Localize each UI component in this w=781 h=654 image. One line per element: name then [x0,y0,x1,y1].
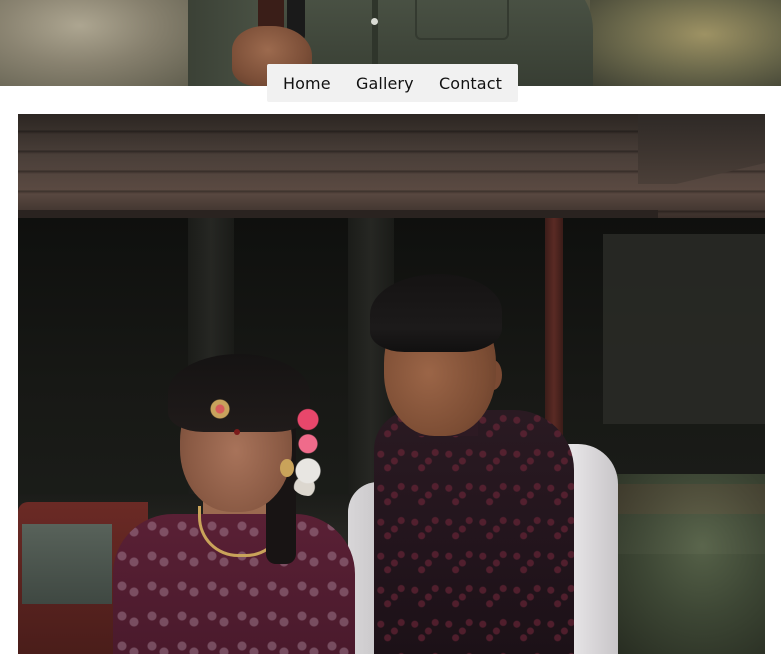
photo-eave [18,210,658,218]
hero-bokeh-right [590,0,781,86]
bride-bindi [234,429,240,435]
groom-hair [370,274,502,352]
main-nav: Home Gallery Contact [267,64,518,102]
hero-shirt-button [371,18,378,25]
nav-link-home[interactable]: Home [283,74,331,93]
gallery-photo [18,114,765,654]
photo-bush [608,474,765,654]
bride-hair-flowers [290,406,326,496]
bride-maang-tikka [210,399,230,419]
hero-bokeh-left [0,0,200,86]
hero-shirt-pocket [415,0,509,40]
groom-vest [374,410,574,654]
photo-window [603,234,765,424]
nav-link-contact[interactable]: Contact [439,74,502,93]
photo-car-window [22,524,112,604]
bride-hair [168,354,310,432]
page: Home Gallery Contact [0,0,781,654]
nav-link-gallery[interactable]: Gallery [356,74,414,93]
